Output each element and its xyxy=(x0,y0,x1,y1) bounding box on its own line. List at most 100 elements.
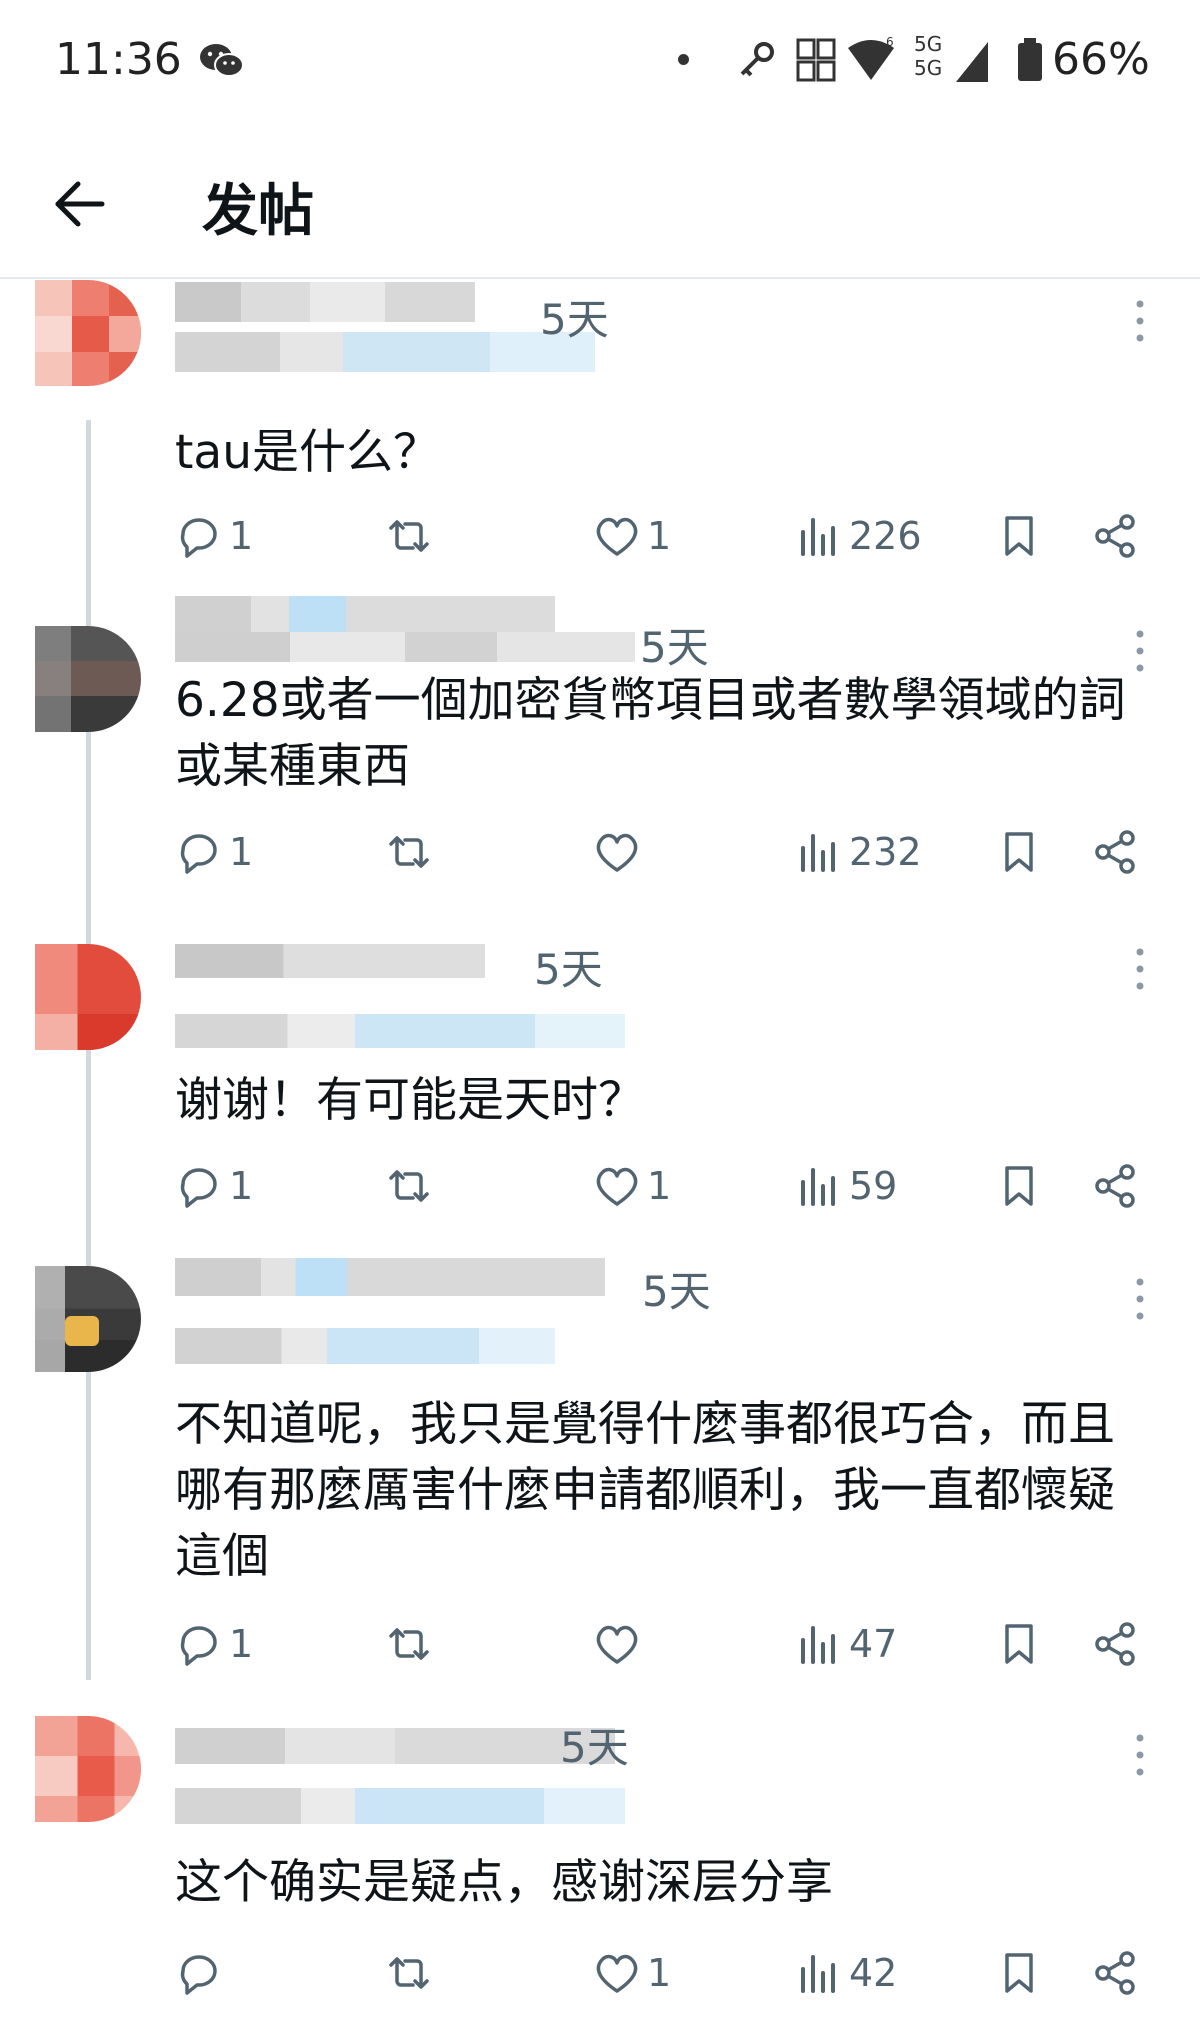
like-button[interactable]: 1 xyxy=(593,1943,671,2003)
views-icon xyxy=(801,1955,835,1993)
network-label-bottom: 5G xyxy=(914,56,943,80)
like-button[interactable]: 1 xyxy=(593,506,671,566)
reply-time: 5天 xyxy=(640,623,709,672)
share-icon xyxy=(1095,1164,1135,1208)
back-arrow-icon[interactable] xyxy=(52,176,108,232)
signal-icon xyxy=(956,42,988,82)
reply-button[interactable]: 1 xyxy=(175,1156,253,1216)
bookmark-icon xyxy=(1005,1166,1033,1206)
share-button[interactable] xyxy=(1091,1614,1139,1674)
bookmark-button[interactable] xyxy=(995,822,1043,882)
share-button[interactable] xyxy=(1091,1943,1139,2003)
reply-count: 1 xyxy=(229,830,254,874)
like-count: 1 xyxy=(647,1951,672,1995)
reply-text: 这个确实是疑点，感谢深层分享 xyxy=(175,1855,833,1910)
comment-icon xyxy=(180,834,217,874)
reply-time: 5天 xyxy=(534,945,603,994)
comment-icon xyxy=(180,1626,217,1666)
avatar[interactable] xyxy=(35,1266,141,1372)
action-bar: 1 42 xyxy=(175,1943,1155,2003)
comment-icon xyxy=(180,1955,217,1995)
views-icon xyxy=(801,834,835,872)
avatar[interactable] xyxy=(35,1716,141,1822)
heart-icon xyxy=(596,833,638,872)
share-button[interactable] xyxy=(1091,506,1139,566)
like-button[interactable]: 1 xyxy=(593,1156,671,1216)
retweet-button[interactable] xyxy=(385,1156,433,1216)
retweet-icon xyxy=(389,520,429,552)
like-button[interactable] xyxy=(593,822,647,882)
reply-count: 1 xyxy=(229,514,254,558)
action-bar: 1 1 226 xyxy=(175,506,1155,566)
share-icon xyxy=(1095,514,1135,558)
action-bar: 1 232 xyxy=(175,822,1155,882)
reply-count: 1 xyxy=(229,1622,254,1666)
views-button[interactable]: 59 xyxy=(795,1156,897,1216)
page-title: 发帖 xyxy=(202,179,314,244)
network-label-top: 5G xyxy=(914,32,943,56)
network-type: 5G 5G xyxy=(914,32,942,80)
retweet-button[interactable] xyxy=(385,506,433,566)
share-button[interactable] xyxy=(1091,1156,1139,1216)
bookmark-icon xyxy=(1005,516,1033,556)
reply-time: 5天 xyxy=(560,1723,629,1772)
status-time: 11:36 xyxy=(55,34,182,85)
view-count: 42 xyxy=(849,1951,898,1995)
like-count: 1 xyxy=(647,1164,672,1208)
top-header: 发帖 xyxy=(0,120,1200,279)
retweet-button[interactable] xyxy=(385,1943,433,2003)
notification-dot xyxy=(678,54,689,65)
action-bar: 1 1 59 xyxy=(175,1156,1155,1216)
retweet-button[interactable] xyxy=(385,1614,433,1674)
view-count: 226 xyxy=(849,514,922,558)
wechat-icon xyxy=(200,44,244,77)
views-icon xyxy=(801,1626,835,1664)
views-icon xyxy=(801,1168,835,1206)
heart-icon xyxy=(596,1954,638,1993)
reply-text: 谢谢！有可能是天时？ xyxy=(175,1073,645,1128)
bookmark-button[interactable] xyxy=(995,506,1043,566)
bookmark-button[interactable] xyxy=(995,1156,1043,1216)
reply-button[interactable]: 1 xyxy=(175,822,253,882)
bookmark-icon xyxy=(1005,1624,1033,1664)
reply-text: 6.28或者一個加密貨幣項目或者數學領域的詞或某種東西 xyxy=(175,673,1126,794)
more-options-icon[interactable] xyxy=(1130,296,1150,346)
views-button[interactable]: 47 xyxy=(795,1614,897,1674)
reply-button[interactable]: 1 xyxy=(175,506,253,566)
key-icon xyxy=(740,42,774,77)
status-bar: 11:36 6 5G 5G 66% xyxy=(0,0,1200,120)
bookmark-icon xyxy=(1005,832,1033,872)
views-button[interactable]: 232 xyxy=(795,822,922,882)
comment-icon xyxy=(180,518,217,558)
battery-percent: 66% xyxy=(1052,34,1150,85)
reply-time: 5天 xyxy=(540,295,609,344)
svg-text:6: 6 xyxy=(886,35,894,49)
blurred-username xyxy=(175,1244,635,1364)
views-button[interactable]: 226 xyxy=(795,506,922,566)
avatar[interactable] xyxy=(35,626,141,732)
retweet-icon xyxy=(389,1170,429,1202)
view-count: 47 xyxy=(849,1622,898,1666)
reply-button[interactable]: 1 xyxy=(175,1614,253,1674)
view-count: 232 xyxy=(849,830,922,874)
like-count: 1 xyxy=(647,514,672,558)
more-options-icon[interactable] xyxy=(1130,944,1150,994)
views-button[interactable]: 42 xyxy=(795,1943,897,2003)
reply-text: tau是什么？ xyxy=(175,425,441,480)
more-options-icon[interactable] xyxy=(1130,1730,1150,1780)
action-bar: 1 47 xyxy=(175,1614,1155,1674)
bookmark-button[interactable] xyxy=(995,1943,1043,2003)
share-button[interactable] xyxy=(1091,822,1139,882)
more-options-icon[interactable] xyxy=(1130,1274,1150,1324)
views-icon xyxy=(801,518,835,556)
reply-time: 5天 xyxy=(642,1267,711,1316)
avatar[interactable] xyxy=(35,280,141,386)
retweet-icon xyxy=(389,836,429,868)
thread-line xyxy=(86,420,91,1680)
bookmark-button[interactable] xyxy=(995,1614,1043,1674)
avatar[interactable] xyxy=(35,944,141,1050)
like-button[interactable] xyxy=(593,1614,647,1674)
reply-button[interactable] xyxy=(175,1943,229,2003)
retweet-button[interactable] xyxy=(385,822,433,882)
battery-icon xyxy=(1018,38,1042,81)
